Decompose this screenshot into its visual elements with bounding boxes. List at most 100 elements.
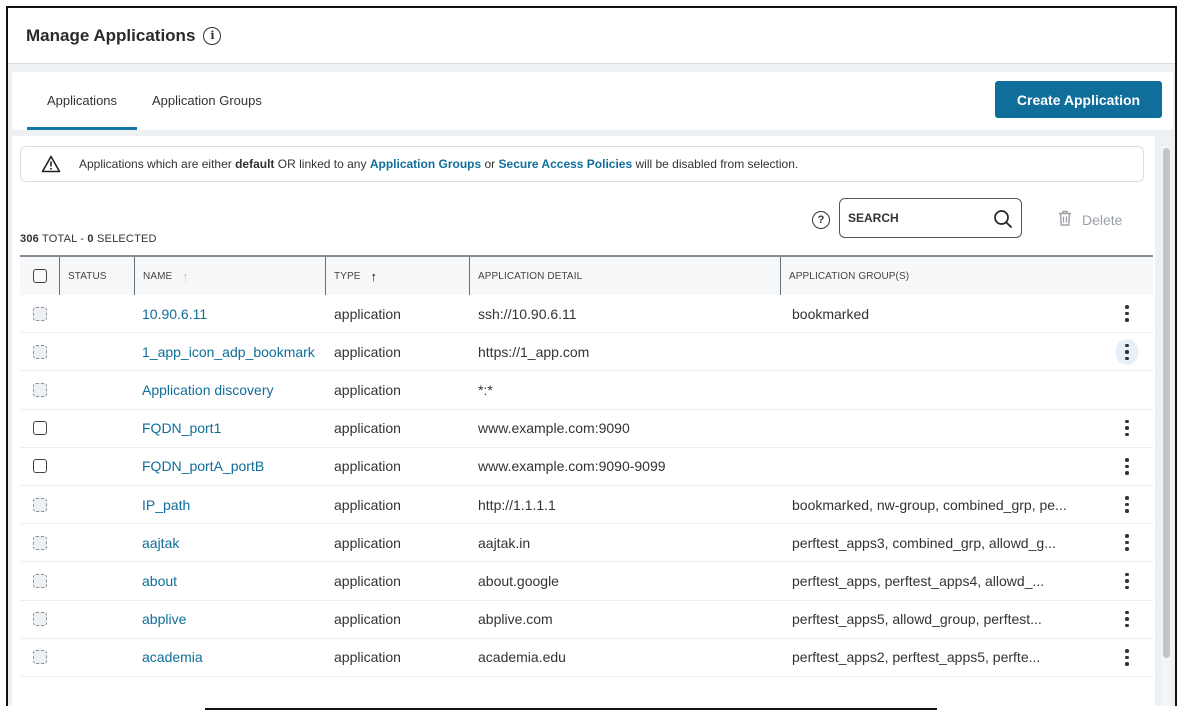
application-name-link[interactable]: academia bbox=[135, 649, 326, 665]
application-name-link[interactable]: Application discovery bbox=[135, 382, 326, 398]
help-icon[interactable]: ? bbox=[812, 211, 830, 229]
tab-application-groups[interactable]: Application Groups bbox=[152, 72, 262, 130]
select-all-checkbox[interactable] bbox=[32, 269, 47, 283]
row-select-cell bbox=[20, 344, 60, 359]
row-select-cell bbox=[20, 382, 60, 397]
create-application-button[interactable]: Create Application bbox=[995, 81, 1162, 118]
row-checkbox bbox=[33, 612, 47, 627]
column-application-groups[interactable]: APPLICATION GROUP(S) bbox=[781, 257, 1101, 295]
secure-access-policies-link[interactable]: Secure Access Policies bbox=[499, 157, 633, 171]
application-name-link[interactable]: aajtak bbox=[135, 535, 326, 551]
column-name[interactable]: NAME ↑ bbox=[135, 257, 326, 295]
row-checkbox bbox=[33, 497, 47, 512]
application-name-link[interactable]: 1_app_icon_adp_bookmark bbox=[135, 344, 326, 360]
row-checkbox bbox=[33, 573, 47, 588]
application-name-link[interactable]: 10.90.6.11 bbox=[135, 306, 326, 322]
table-row: FQDN_portA_portB application www.example.c… bbox=[20, 448, 1153, 486]
warning-icon bbox=[41, 155, 63, 173]
detail-cell: academia.edu bbox=[478, 649, 566, 666]
type-cell: application bbox=[334, 458, 401, 475]
row-checkbox bbox=[33, 650, 47, 665]
detail-cell: abplive.com bbox=[478, 611, 553, 628]
table-row: IP_path application http://1.1.1.1 bookmark… bbox=[20, 486, 1153, 525]
more-options-icon[interactable] bbox=[1116, 415, 1138, 441]
row-checkbox[interactable] bbox=[33, 421, 47, 436]
application-name-link[interactable]: about bbox=[135, 573, 326, 589]
more-options-icon[interactable] bbox=[1116, 338, 1138, 365]
table-row: academia application academia.edu perftest_… bbox=[20, 639, 1153, 677]
actions-cell bbox=[1101, 301, 1153, 327]
more-options-icon[interactable] bbox=[1116, 644, 1138, 670]
table-body: 10.90.6.11 application ssh://10.90.6.11 boo… bbox=[20, 295, 1153, 677]
application-name-link[interactable]: abplive bbox=[135, 611, 326, 627]
more-options-icon[interactable] bbox=[1116, 453, 1138, 479]
application-name-link[interactable]: IP_path bbox=[135, 497, 326, 513]
actions-cell bbox=[1101, 530, 1153, 556]
table-row: 1_app_icon_adp_bookmark application https:… bbox=[20, 333, 1153, 372]
detail-cell: ssh://10.90.6.11 bbox=[478, 305, 577, 322]
detail-cell: www.example.com:9090-9099 bbox=[478, 458, 666, 475]
tab-applications[interactable]: Applications bbox=[27, 72, 137, 130]
more-options-icon[interactable] bbox=[1116, 530, 1138, 556]
application-name-link[interactable]: FQDN_port1 bbox=[135, 420, 326, 436]
type-cell: application bbox=[334, 305, 401, 322]
info-icon[interactable]: i bbox=[203, 26, 222, 45]
more-options-icon[interactable] bbox=[1116, 606, 1138, 632]
type-cell: application bbox=[334, 496, 401, 513]
column-status[interactable]: STATUS bbox=[60, 257, 135, 295]
table-row: 10.90.6.11 application ssh://10.90.6.11 boo… bbox=[20, 295, 1153, 334]
notice-text: Applications which are either default OR… bbox=[79, 157, 799, 171]
search-input[interactable] bbox=[848, 211, 988, 225]
more-options-icon[interactable] bbox=[1116, 492, 1138, 518]
application-groups-link[interactable]: Application Groups bbox=[370, 157, 481, 171]
row-select-cell bbox=[20, 650, 60, 665]
row-select-cell bbox=[20, 535, 60, 550]
row-select-cell bbox=[20, 612, 60, 627]
table-row: abplive application abplive.com perftest_ap… bbox=[20, 601, 1153, 639]
detail-cell: www.example.com:9090 bbox=[478, 420, 630, 437]
table-row: FQDN_port1 application www.example.com:909… bbox=[20, 410, 1153, 448]
row-checkbox bbox=[33, 344, 47, 359]
scrollbar-thumb[interactable] bbox=[1163, 148, 1170, 658]
page-header: Manage Applications i bbox=[8, 8, 1175, 64]
row-checkbox bbox=[33, 535, 47, 550]
row-select-cell bbox=[20, 497, 60, 512]
table-row: aajtak application aajtak.in perftest_apps3… bbox=[20, 524, 1153, 563]
detail-cell: about.google bbox=[478, 572, 559, 589]
type-cell: application bbox=[334, 534, 401, 551]
table-header: STATUS NAME ↑ TYPE ↑ APPLICATION DETAIL AP… bbox=[20, 255, 1153, 295]
row-select-cell bbox=[20, 573, 60, 588]
groups-cell: bookmarked, nw-group, combined_grp, pe..… bbox=[792, 496, 1067, 513]
selection-summary: 306 TOTAL - 0 SELECTED bbox=[20, 233, 157, 245]
actions-cell bbox=[1101, 644, 1153, 670]
more-options-icon[interactable] bbox=[1116, 301, 1138, 327]
column-application-detail[interactable]: APPLICATION DETAIL bbox=[470, 257, 781, 295]
more-options-icon[interactable] bbox=[1116, 568, 1138, 594]
groups-cell: perftest_apps3, combined_grp, allowd_g..… bbox=[792, 534, 1056, 551]
table-row: about application about.google perftest_app… bbox=[20, 562, 1153, 601]
search-box bbox=[839, 198, 1022, 238]
sort-arrow-active-icon: ↑ bbox=[370, 268, 378, 284]
actions-cell bbox=[1101, 568, 1153, 594]
application-name-link[interactable]: FQDN_portA_portB bbox=[135, 458, 326, 474]
row-select-cell bbox=[20, 459, 60, 474]
row-checkbox[interactable] bbox=[33, 459, 47, 474]
page-title: Manage Applications bbox=[26, 25, 196, 45]
row-select-cell bbox=[20, 421, 60, 436]
search-icon[interactable] bbox=[993, 209, 1013, 234]
notice-banner: Applications which are either default OR… bbox=[20, 146, 1144, 182]
divider bbox=[205, 708, 937, 710]
row-select-cell bbox=[20, 306, 60, 321]
tab-bar: Applications Application Groups Create A… bbox=[12, 72, 1173, 130]
delete-button[interactable]: Delete bbox=[1058, 210, 1122, 229]
type-cell: application bbox=[334, 420, 401, 437]
groups-cell: perftest_apps5, allowd_group, perftest..… bbox=[792, 611, 1042, 628]
actions-cell bbox=[1101, 338, 1153, 365]
vertical-scrollbar[interactable] bbox=[1161, 146, 1171, 706]
actions-cell bbox=[1101, 492, 1153, 518]
type-cell: application bbox=[334, 343, 401, 360]
column-actions bbox=[1101, 257, 1153, 295]
column-type[interactable]: TYPE ↑ bbox=[326, 257, 470, 295]
row-checkbox bbox=[33, 382, 47, 397]
actions-cell bbox=[1101, 606, 1153, 632]
